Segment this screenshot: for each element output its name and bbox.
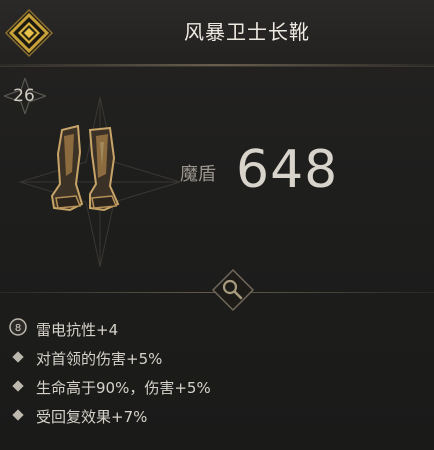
affix-text: 雷电抗性+4: [36, 321, 119, 339]
item-title: 风暴卫士长靴: [184, 20, 310, 44]
item-tooltip: 风暴卫士长靴 26 魔盾 648 8 雷电抗性+4 对首领的伤害+5% 生命高于…: [0, 0, 434, 450]
header-divider: [0, 64, 434, 66]
tooltip-header: 风暴卫士长靴: [0, 0, 434, 67]
svg-text:8: 8: [15, 323, 21, 334]
affix-list: 8 雷电抗性+4 对首领的伤害+5% 生命高于90%，伤害+5% 受回复效果+7…: [0, 318, 434, 434]
stat-label: 魔盾: [180, 164, 216, 185]
rune-socket-icon: 8: [9, 318, 27, 336]
magnifier-icon[interactable]: [211, 268, 255, 312]
affix-text: 生命高于90%，伤害+5%: [36, 379, 211, 397]
diamond-bullet-icon: [12, 409, 24, 421]
diamond-bullet-icon: [12, 351, 24, 363]
diamond-bullet-icon: [12, 380, 24, 392]
affix-row: 受回复效果+7%: [0, 405, 434, 428]
affix-text: 对首领的伤害+5%: [36, 350, 163, 368]
diamond-rarity-emblem-icon: [4, 8, 54, 58]
affix-row: 对首领的伤害+5%: [0, 347, 434, 370]
affix-row: 8 雷电抗性+4: [0, 318, 434, 341]
boots-icon: [18, 96, 182, 268]
affix-row: 生命高于90%，伤害+5%: [0, 376, 434, 399]
stat-value: 648: [236, 140, 339, 200]
affix-text: 受回复效果+7%: [36, 408, 148, 426]
